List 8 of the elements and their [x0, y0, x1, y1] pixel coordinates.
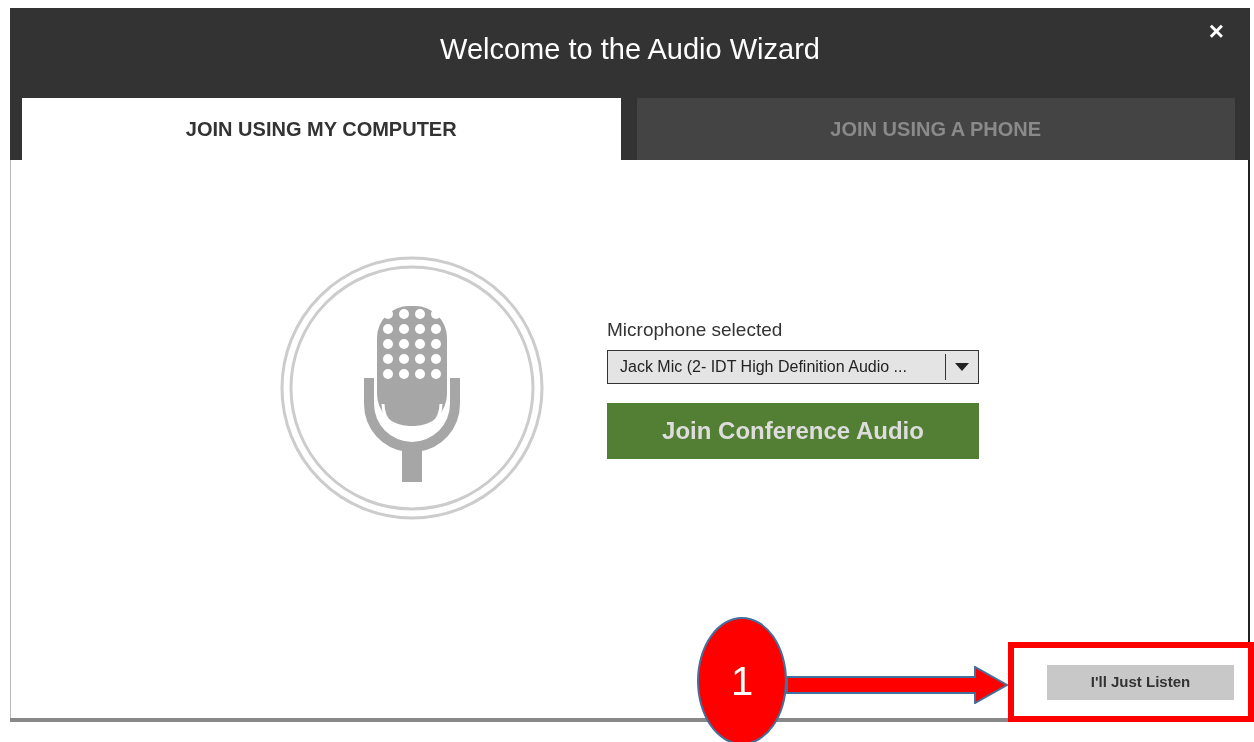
listen-only-button[interactable]: I'll Just Listen: [1047, 665, 1234, 700]
microphone-dropdown[interactable]: Jack Mic (2- IDT High Definition Audio ...: [607, 350, 979, 385]
step-number: 1: [697, 617, 787, 742]
close-button[interactable]: ×: [1204, 16, 1228, 48]
dialog-title: Welcome to the Audio Wizard: [439, 32, 821, 67]
field-label: Microphone selected: [607, 317, 784, 342]
microphone-icon: [280, 255, 544, 520]
tab[interactable]: JOIN USING MY COMPUTER: [22, 98, 621, 160]
